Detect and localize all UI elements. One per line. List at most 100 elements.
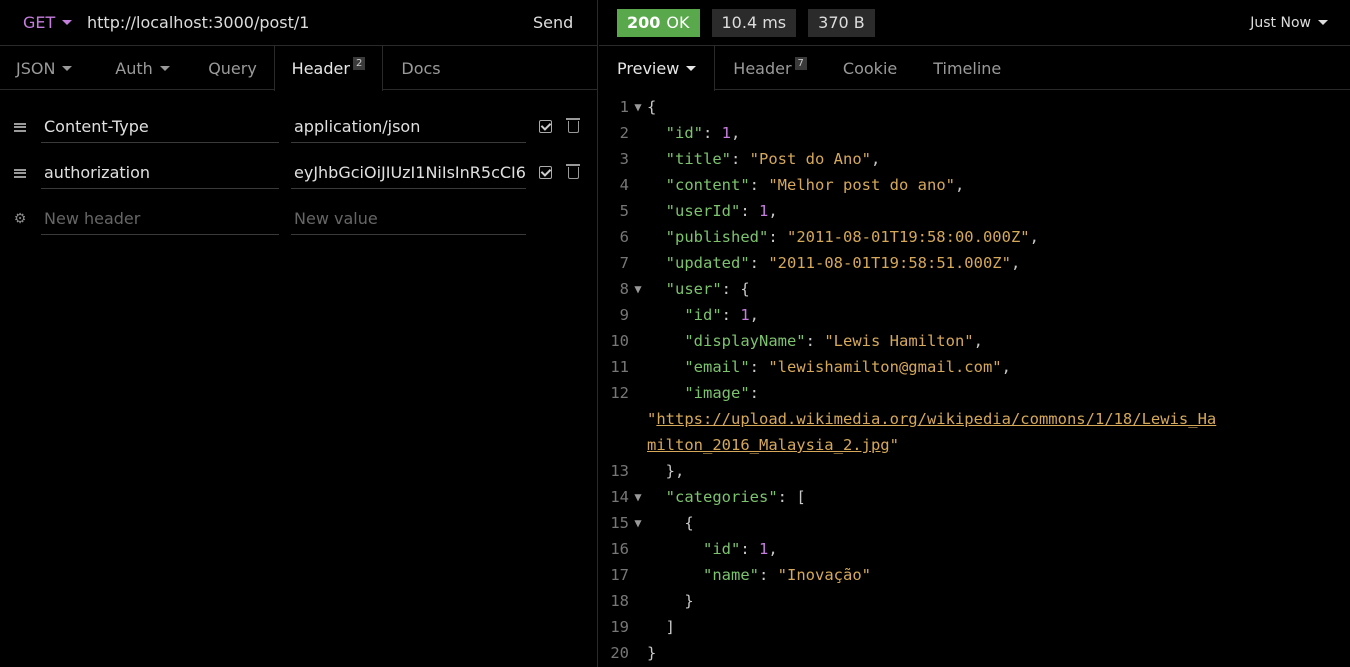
new-header-input[interactable]: New header bbox=[41, 203, 279, 235]
tab-docs[interactable]: Docs bbox=[383, 46, 459, 90]
tab-response-header[interactable]: Header 7 bbox=[715, 46, 825, 90]
header-count-badge: 2 bbox=[352, 57, 366, 70]
tab-json[interactable]: JSON bbox=[0, 46, 94, 90]
enable-checkbox-icon[interactable] bbox=[539, 166, 552, 179]
settings[interactable]: ⚙ bbox=[0, 211, 40, 227]
code-token: , bbox=[1010, 254, 1021, 272]
line-number: 6 bbox=[619, 228, 629, 246]
chevron-down-icon bbox=[62, 65, 73, 71]
line-number: 5 bbox=[619, 202, 629, 220]
fold-toggle-icon[interactable]: ▼ bbox=[629, 276, 647, 302]
enable-checkbox-icon[interactable] bbox=[539, 120, 552, 133]
code-line: 17 "name": "Inovação" bbox=[599, 562, 1350, 588]
code-text: }, bbox=[647, 458, 685, 484]
code-line: 15 ▼ { bbox=[599, 510, 1350, 536]
code-text: "email": "lewishamilton@gmail.com", bbox=[647, 354, 1011, 380]
code-text: "image": bbox=[647, 380, 759, 406]
code-token: "categories" bbox=[665, 488, 778, 506]
code-token: ] bbox=[647, 618, 675, 636]
drag-handle[interactable] bbox=[0, 122, 40, 132]
code-text: milton_2016_Malaysia_2.jpg" bbox=[647, 432, 899, 458]
code-text: ] bbox=[647, 614, 675, 640]
chevron-down-icon bbox=[62, 20, 73, 25]
code-token: , bbox=[768, 202, 778, 220]
line-number: 2 bbox=[619, 124, 629, 142]
code-text: "title": "Post do Ano", bbox=[647, 146, 881, 172]
fold-toggle-icon[interactable]: ▼ bbox=[629, 484, 647, 510]
code-token: , bbox=[954, 176, 965, 194]
drag-handle-icon bbox=[14, 168, 26, 178]
tab-query[interactable]: Query bbox=[191, 46, 274, 90]
line-number: 17 bbox=[610, 566, 629, 584]
send-button[interactable]: Send bbox=[533, 13, 597, 32]
url-link[interactable]: https://upload.wikimedia.org/wikipedia/c… bbox=[656, 410, 1216, 428]
trash-icon[interactable] bbox=[566, 118, 580, 133]
code-line: 18 } bbox=[599, 588, 1350, 614]
header-name-input[interactable]: Content-Type bbox=[41, 111, 279, 143]
code-text: "published": "2011-08-01T19:58:00.000Z", bbox=[647, 224, 1039, 250]
header-row: Content-Type application/json bbox=[0, 104, 597, 150]
tab-auth[interactable]: Auth bbox=[94, 46, 191, 90]
code-token: 1 bbox=[759, 540, 769, 558]
tab-header[interactable]: Header 2 bbox=[274, 46, 383, 91]
code-text: "id": 1, bbox=[647, 302, 759, 328]
response-status-bar: 200 OK 10.4 ms 370 B Just Now bbox=[599, 0, 1350, 46]
tab-cookie[interactable]: Cookie bbox=[825, 46, 915, 90]
code-token: : bbox=[749, 358, 769, 376]
history-dropdown[interactable]: Just Now bbox=[1250, 15, 1328, 31]
tab-header-label: Header bbox=[291, 59, 350, 78]
code-line: 1 ▼{ bbox=[599, 94, 1350, 120]
code-text: "https://upload.wikimedia.org/wikipedia/… bbox=[647, 406, 1216, 432]
code-text: { bbox=[647, 94, 656, 120]
header-name-input[interactable]: authorization bbox=[41, 157, 279, 189]
code-text: "id": 1, bbox=[647, 120, 741, 146]
url-input[interactable]: http://localhost:3000/post/1 bbox=[87, 13, 533, 32]
code-token: : bbox=[749, 176, 769, 194]
code-text: "id": 1, bbox=[647, 536, 778, 562]
code-line: 9 "id": 1, bbox=[599, 302, 1350, 328]
code-line: 7 "updated": "2011-08-01T19:58:51.000Z", bbox=[599, 250, 1350, 276]
trash-icon[interactable] bbox=[566, 164, 580, 179]
line-number: 15 bbox=[610, 514, 629, 532]
header-value-input[interactable]: application/json bbox=[291, 111, 526, 143]
request-pane: GET http://localhost:3000/post/1 Send JS… bbox=[0, 0, 598, 667]
header-value-input[interactable]: eyJhbGciOiJIUzI1NiIsInR5cCI6 bbox=[291, 157, 526, 189]
tab-timeline[interactable]: Timeline bbox=[915, 46, 1019, 90]
fold-toggle-icon[interactable]: ▼ bbox=[629, 510, 647, 536]
code-token: 1 bbox=[759, 202, 769, 220]
drag-handle[interactable] bbox=[0, 168, 40, 178]
code-token: : bbox=[731, 150, 750, 168]
new-value-input[interactable]: New value bbox=[291, 203, 526, 235]
code-text: { bbox=[647, 510, 693, 536]
code-token: "image" bbox=[684, 384, 750, 402]
code-token: "content" bbox=[665, 176, 750, 194]
code-text: "displayName": "Lewis Hamilton", bbox=[647, 328, 983, 354]
code-line: 2 "id": 1, bbox=[599, 120, 1350, 146]
code-token: " bbox=[889, 436, 899, 454]
fold-toggle-icon[interactable]: ▼ bbox=[629, 94, 647, 120]
response-size: 370 B bbox=[808, 8, 875, 37]
line-number: 20 bbox=[610, 644, 629, 662]
code-token: , bbox=[871, 150, 881, 168]
gear-icon: ⚙ bbox=[13, 211, 27, 227]
tab-preview[interactable]: Preview bbox=[599, 46, 716, 91]
code-token: "Inovação" bbox=[777, 566, 871, 584]
response-pane: 200 OK 10.4 ms 370 B Just Now Preview He… bbox=[599, 0, 1350, 667]
method-dropdown[interactable]: GET bbox=[0, 13, 87, 32]
code-token: : bbox=[768, 228, 787, 246]
line-number: 1 bbox=[619, 98, 629, 116]
url-link[interactable]: milton_2016_Malaysia_2.jpg bbox=[647, 436, 890, 454]
